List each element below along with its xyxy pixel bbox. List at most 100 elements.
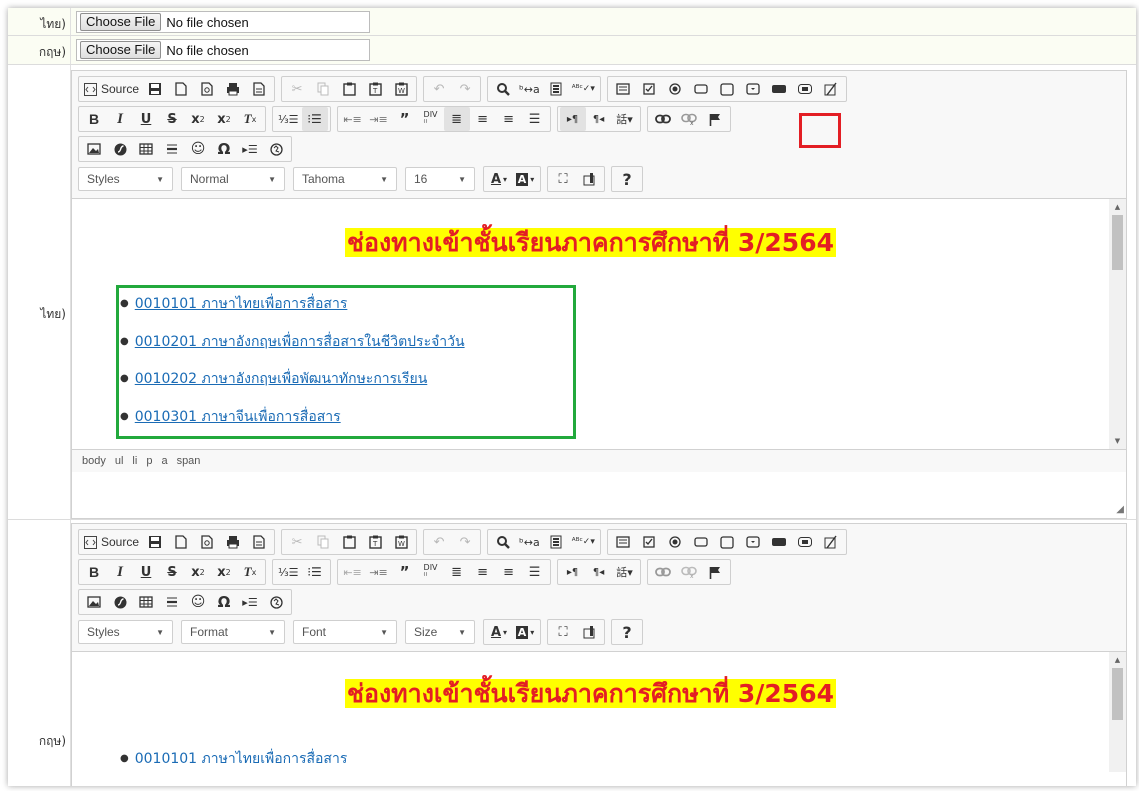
preview-icon[interactable] — [194, 530, 220, 554]
superscript-icon[interactable]: x2 — [211, 107, 237, 131]
bold-icon[interactable]: B — [81, 560, 107, 584]
bulleted-list-icon[interactable]: ⁝☰ — [301, 107, 328, 131]
iframe-icon[interactable] — [263, 137, 289, 161]
paste-icon[interactable] — [336, 530, 362, 554]
numbered-list-icon[interactable]: ⅓☰ — [275, 560, 302, 584]
blockquote-icon[interactable]: ” — [392, 560, 418, 584]
underline-icon[interactable]: U — [133, 560, 159, 584]
image-icon[interactable] — [81, 137, 107, 161]
flash-icon[interactable] — [107, 590, 133, 614]
undo-icon[interactable]: ↶ — [426, 530, 452, 554]
paste-text-icon[interactable]: T — [362, 77, 388, 101]
outdent-icon[interactable]: ⇤≡ — [340, 560, 366, 584]
strike-icon[interactable]: S — [159, 107, 185, 131]
styles-combo[interactable]: Styles ▼ — [78, 167, 173, 191]
new-page-icon[interactable] — [168, 530, 194, 554]
justify-icon[interactable]: ☰ — [522, 107, 548, 131]
styles-combo[interactable]: Styles ▼ — [78, 620, 173, 644]
maximize-icon[interactable]: ⛶ — [550, 620, 576, 644]
find-icon[interactable] — [490, 77, 516, 101]
about-icon[interactable]: ? — [614, 167, 640, 191]
align-right-icon[interactable]: ≡ — [496, 560, 522, 584]
iframe-icon[interactable] — [263, 590, 289, 614]
rtl-icon[interactable]: ¶◂ — [586, 560, 612, 584]
unlink-icon[interactable]: x — [676, 107, 702, 131]
path-item[interactable]: li — [132, 455, 137, 467]
undo-icon[interactable]: ↶ — [426, 77, 452, 101]
subscript-icon[interactable]: x2 — [185, 107, 211, 131]
hidden-field-icon[interactable] — [818, 77, 844, 101]
print-icon[interactable] — [220, 77, 246, 101]
hidden-field-icon[interactable] — [818, 530, 844, 554]
path-item[interactable]: ul — [115, 455, 124, 467]
ltr-icon[interactable]: ▸¶ — [559, 107, 586, 131]
radio-icon[interactable] — [662, 77, 688, 101]
indent-icon[interactable]: ⇥≡ — [366, 560, 392, 584]
italic-icon[interactable]: I — [107, 107, 133, 131]
smiley-icon[interactable]: ☺ — [185, 137, 211, 161]
spellcheck-icon[interactable]: ᴬᴮᶜ✓▾ — [569, 530, 598, 554]
remove-format-icon[interactable]: Tx — [237, 560, 263, 584]
course-link[interactable]: 0010202 ภาษาอังกฤษเพื่อพัฒนาทักษะการเรีย… — [135, 371, 428, 387]
scroll-up-arrow[interactable]: ▲ — [1109, 199, 1126, 215]
language-icon[interactable]: 話▾ — [612, 560, 638, 584]
select-all-icon[interactable] — [543, 530, 569, 554]
file-input-english[interactable]: Choose File No file chosen — [76, 39, 370, 61]
paste-icon[interactable] — [336, 77, 362, 101]
image-button-icon[interactable] — [792, 530, 818, 554]
paste-word-icon[interactable]: W — [388, 530, 414, 554]
paste-word-icon[interactable]: W — [388, 77, 414, 101]
flash-icon[interactable] — [107, 137, 133, 161]
templates-icon[interactable] — [246, 77, 272, 101]
button-icon[interactable] — [766, 77, 792, 101]
link-icon[interactable] — [650, 560, 676, 584]
bg-color-icon[interactable]: A ▾ — [512, 167, 538, 191]
horizontal-rule-icon[interactable] — [159, 137, 185, 161]
align-left-icon[interactable]: ≣ — [443, 107, 470, 131]
paste-text-icon[interactable]: T — [362, 530, 388, 554]
form-icon[interactable] — [610, 77, 636, 101]
spellcheck-icon[interactable]: ᴬᴮᶜ✓▾ — [569, 77, 598, 101]
image-icon[interactable] — [81, 590, 107, 614]
course-link[interactable]: 0010301 ภาษาจีนเพื่อการสื่อสาร — [135, 409, 341, 425]
course-link[interactable]: 0010101 ภาษาไทยเพื่อการสื่อสาร — [135, 751, 348, 767]
cut-icon[interactable]: ✂ — [284, 77, 310, 101]
find-icon[interactable] — [490, 530, 516, 554]
outdent-icon[interactable]: ⇤≡ — [340, 107, 366, 131]
bold-icon[interactable]: B — [81, 107, 107, 131]
language-icon[interactable]: 話▾ — [612, 107, 638, 131]
redo-icon[interactable]: ↷ — [452, 77, 478, 101]
special-char-icon[interactable]: Ω — [211, 590, 237, 614]
select-icon[interactable] — [740, 530, 766, 554]
bg-color-icon[interactable]: A ▾ — [512, 620, 538, 644]
div-icon[interactable]: DIV ⁽⁾ — [418, 107, 444, 131]
path-item[interactable]: a — [161, 455, 167, 467]
format-combo[interactable]: Normal ▼ — [181, 167, 285, 191]
copy-icon[interactable] — [310, 77, 336, 101]
resize-grip-icon[interactable]: ◢ — [1116, 504, 1124, 515]
copy-icon[interactable] — [310, 530, 336, 554]
replace-icon[interactable]: ᵇ↔a — [516, 77, 543, 101]
path-item[interactable]: p — [146, 455, 152, 467]
size-combo[interactable]: 16 ▼ — [405, 167, 475, 191]
scroll-thumb[interactable] — [1112, 215, 1123, 270]
templates-icon[interactable] — [246, 530, 272, 554]
align-center-icon[interactable]: ≡ — [470, 107, 496, 131]
source-button[interactable]: Source — [81, 77, 142, 101]
vertical-scrollbar[interactable]: ▲ ▼ — [1109, 199, 1126, 449]
remove-format-icon[interactable]: Tx — [237, 107, 263, 131]
align-right-icon[interactable]: ≡ — [496, 107, 522, 131]
font-combo[interactable]: Font ▼ — [293, 620, 397, 644]
textarea-icon[interactable] — [714, 77, 740, 101]
blockquote-icon[interactable]: ” — [392, 107, 418, 131]
choose-file-button[interactable]: Choose File — [80, 41, 162, 59]
button-icon[interactable] — [766, 530, 792, 554]
checkbox-icon[interactable] — [636, 77, 662, 101]
strike-icon[interactable]: S — [159, 560, 185, 584]
table-icon[interactable] — [133, 590, 159, 614]
editor-content-area[interactable]: ช่องทางเข้าชั้นเรียนภาคการศึกษาที่ 3/256… — [72, 199, 1126, 449]
text-color-icon[interactable]: A ▾ — [486, 620, 512, 644]
textfield-icon[interactable] — [688, 77, 714, 101]
save-icon[interactable] — [142, 530, 168, 554]
select-all-icon[interactable] — [543, 77, 569, 101]
